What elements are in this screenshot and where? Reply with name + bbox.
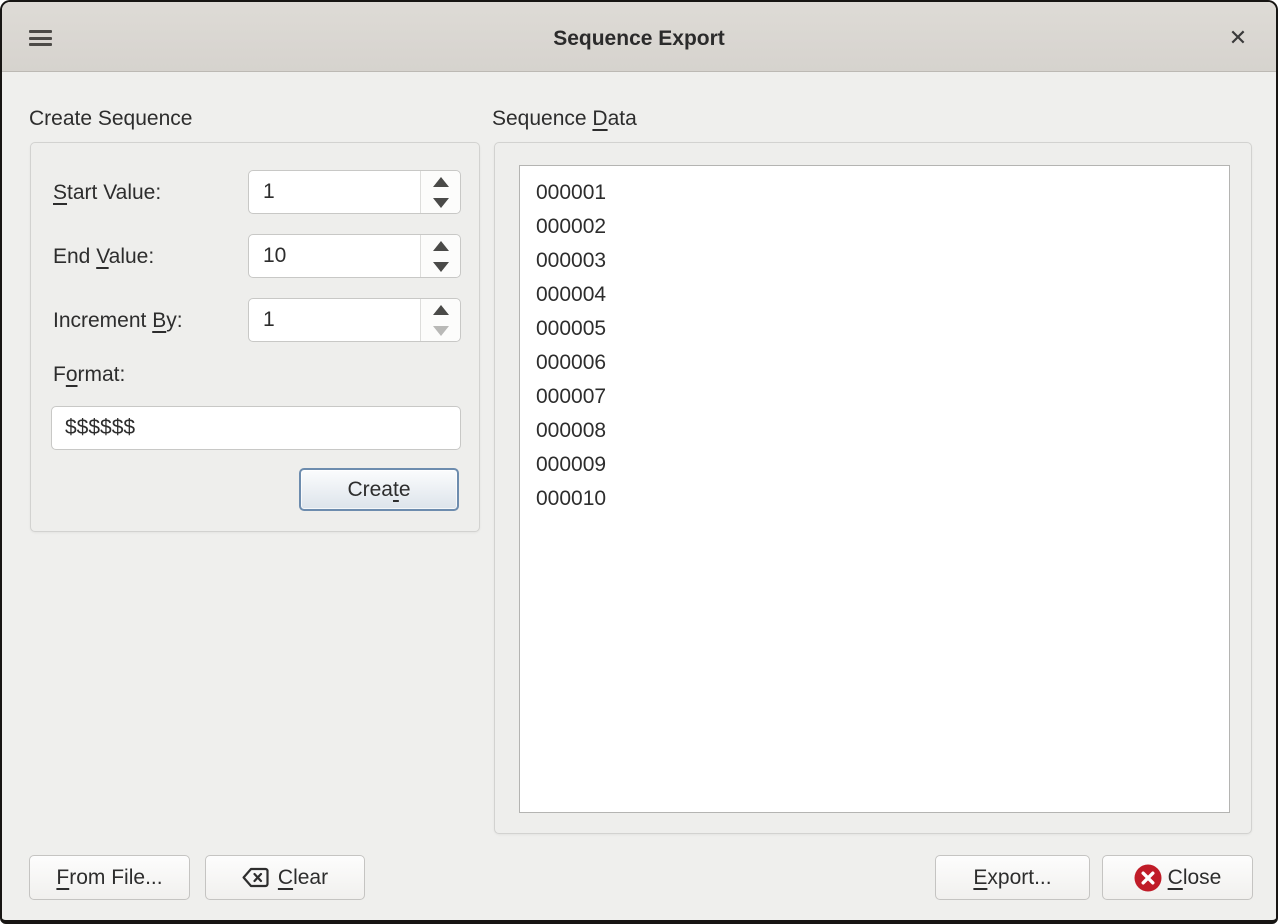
end-value-down-button[interactable] — [421, 256, 460, 277]
up-arrow-icon — [433, 241, 449, 251]
export-button[interactable]: Export... — [935, 855, 1090, 900]
increment-by-down-button[interactable] — [421, 320, 460, 341]
format-input[interactable] — [51, 406, 461, 450]
sequence-line: 000004 — [536, 278, 1229, 312]
sequence-line: 000010 — [536, 482, 1229, 516]
sequence-export-dialog: Sequence Export ✕ Create Sequence Start … — [0, 0, 1278, 924]
create-button[interactable]: Create — [299, 468, 459, 511]
sequence-line: 000008 — [536, 414, 1229, 448]
sequence-line: 000001 — [536, 176, 1229, 210]
increment-by-spin-buttons — [420, 299, 460, 341]
sequence-line: 000002 — [536, 210, 1229, 244]
format-label: Format: — [53, 363, 125, 387]
sequence-line: 000006 — [536, 346, 1229, 380]
down-arrow-icon-disabled — [433, 326, 449, 336]
start-value-spinbox — [248, 170, 461, 214]
window-title: Sequence Export — [2, 27, 1276, 51]
clear-button[interactable]: Clear — [205, 855, 365, 900]
start-value-down-button[interactable] — [421, 192, 460, 213]
sequence-data-text[interactable]: 0000010000020000030000040000050000060000… — [519, 165, 1230, 813]
sequence-line: 000005 — [536, 312, 1229, 346]
end-value-input[interactable] — [249, 235, 419, 277]
start-value-label: Start Value: — [53, 181, 161, 205]
red-circle-x-icon — [1134, 864, 1162, 892]
start-value-up-button[interactable] — [421, 171, 460, 192]
sequence-line: 000003 — [536, 244, 1229, 278]
down-arrow-icon — [433, 198, 449, 208]
increment-by-input[interactable] — [249, 299, 419, 341]
start-value-input[interactable] — [249, 171, 419, 213]
end-value-spinbox — [248, 234, 461, 278]
end-value-up-button[interactable] — [421, 235, 460, 256]
increment-by-up-button[interactable] — [421, 299, 460, 320]
create-sequence-heading: Create Sequence — [29, 107, 192, 131]
titlebar: Sequence Export ✕ — [2, 2, 1276, 72]
backspace-icon — [242, 867, 269, 888]
increment-by-spinbox — [248, 298, 461, 342]
increment-by-label: Increment By: — [53, 309, 183, 333]
end-value-spin-buttons — [420, 235, 460, 277]
from-file-button[interactable]: From File... — [29, 855, 190, 900]
down-arrow-icon — [433, 262, 449, 272]
end-value-label: End Value: — [53, 245, 154, 269]
sequence-line: 000009 — [536, 448, 1229, 482]
close-button[interactable]: Close — [1102, 855, 1253, 900]
sequence-line: 000007 — [536, 380, 1229, 414]
window-close-icon[interactable]: ✕ — [1226, 26, 1250, 50]
sequence-data-heading: Sequence Data — [492, 107, 637, 131]
up-arrow-icon — [433, 305, 449, 315]
create-sequence-groupbox: Start Value: End Value: Increment By: — [30, 142, 480, 532]
start-value-spin-buttons — [420, 171, 460, 213]
up-arrow-icon — [433, 177, 449, 187]
